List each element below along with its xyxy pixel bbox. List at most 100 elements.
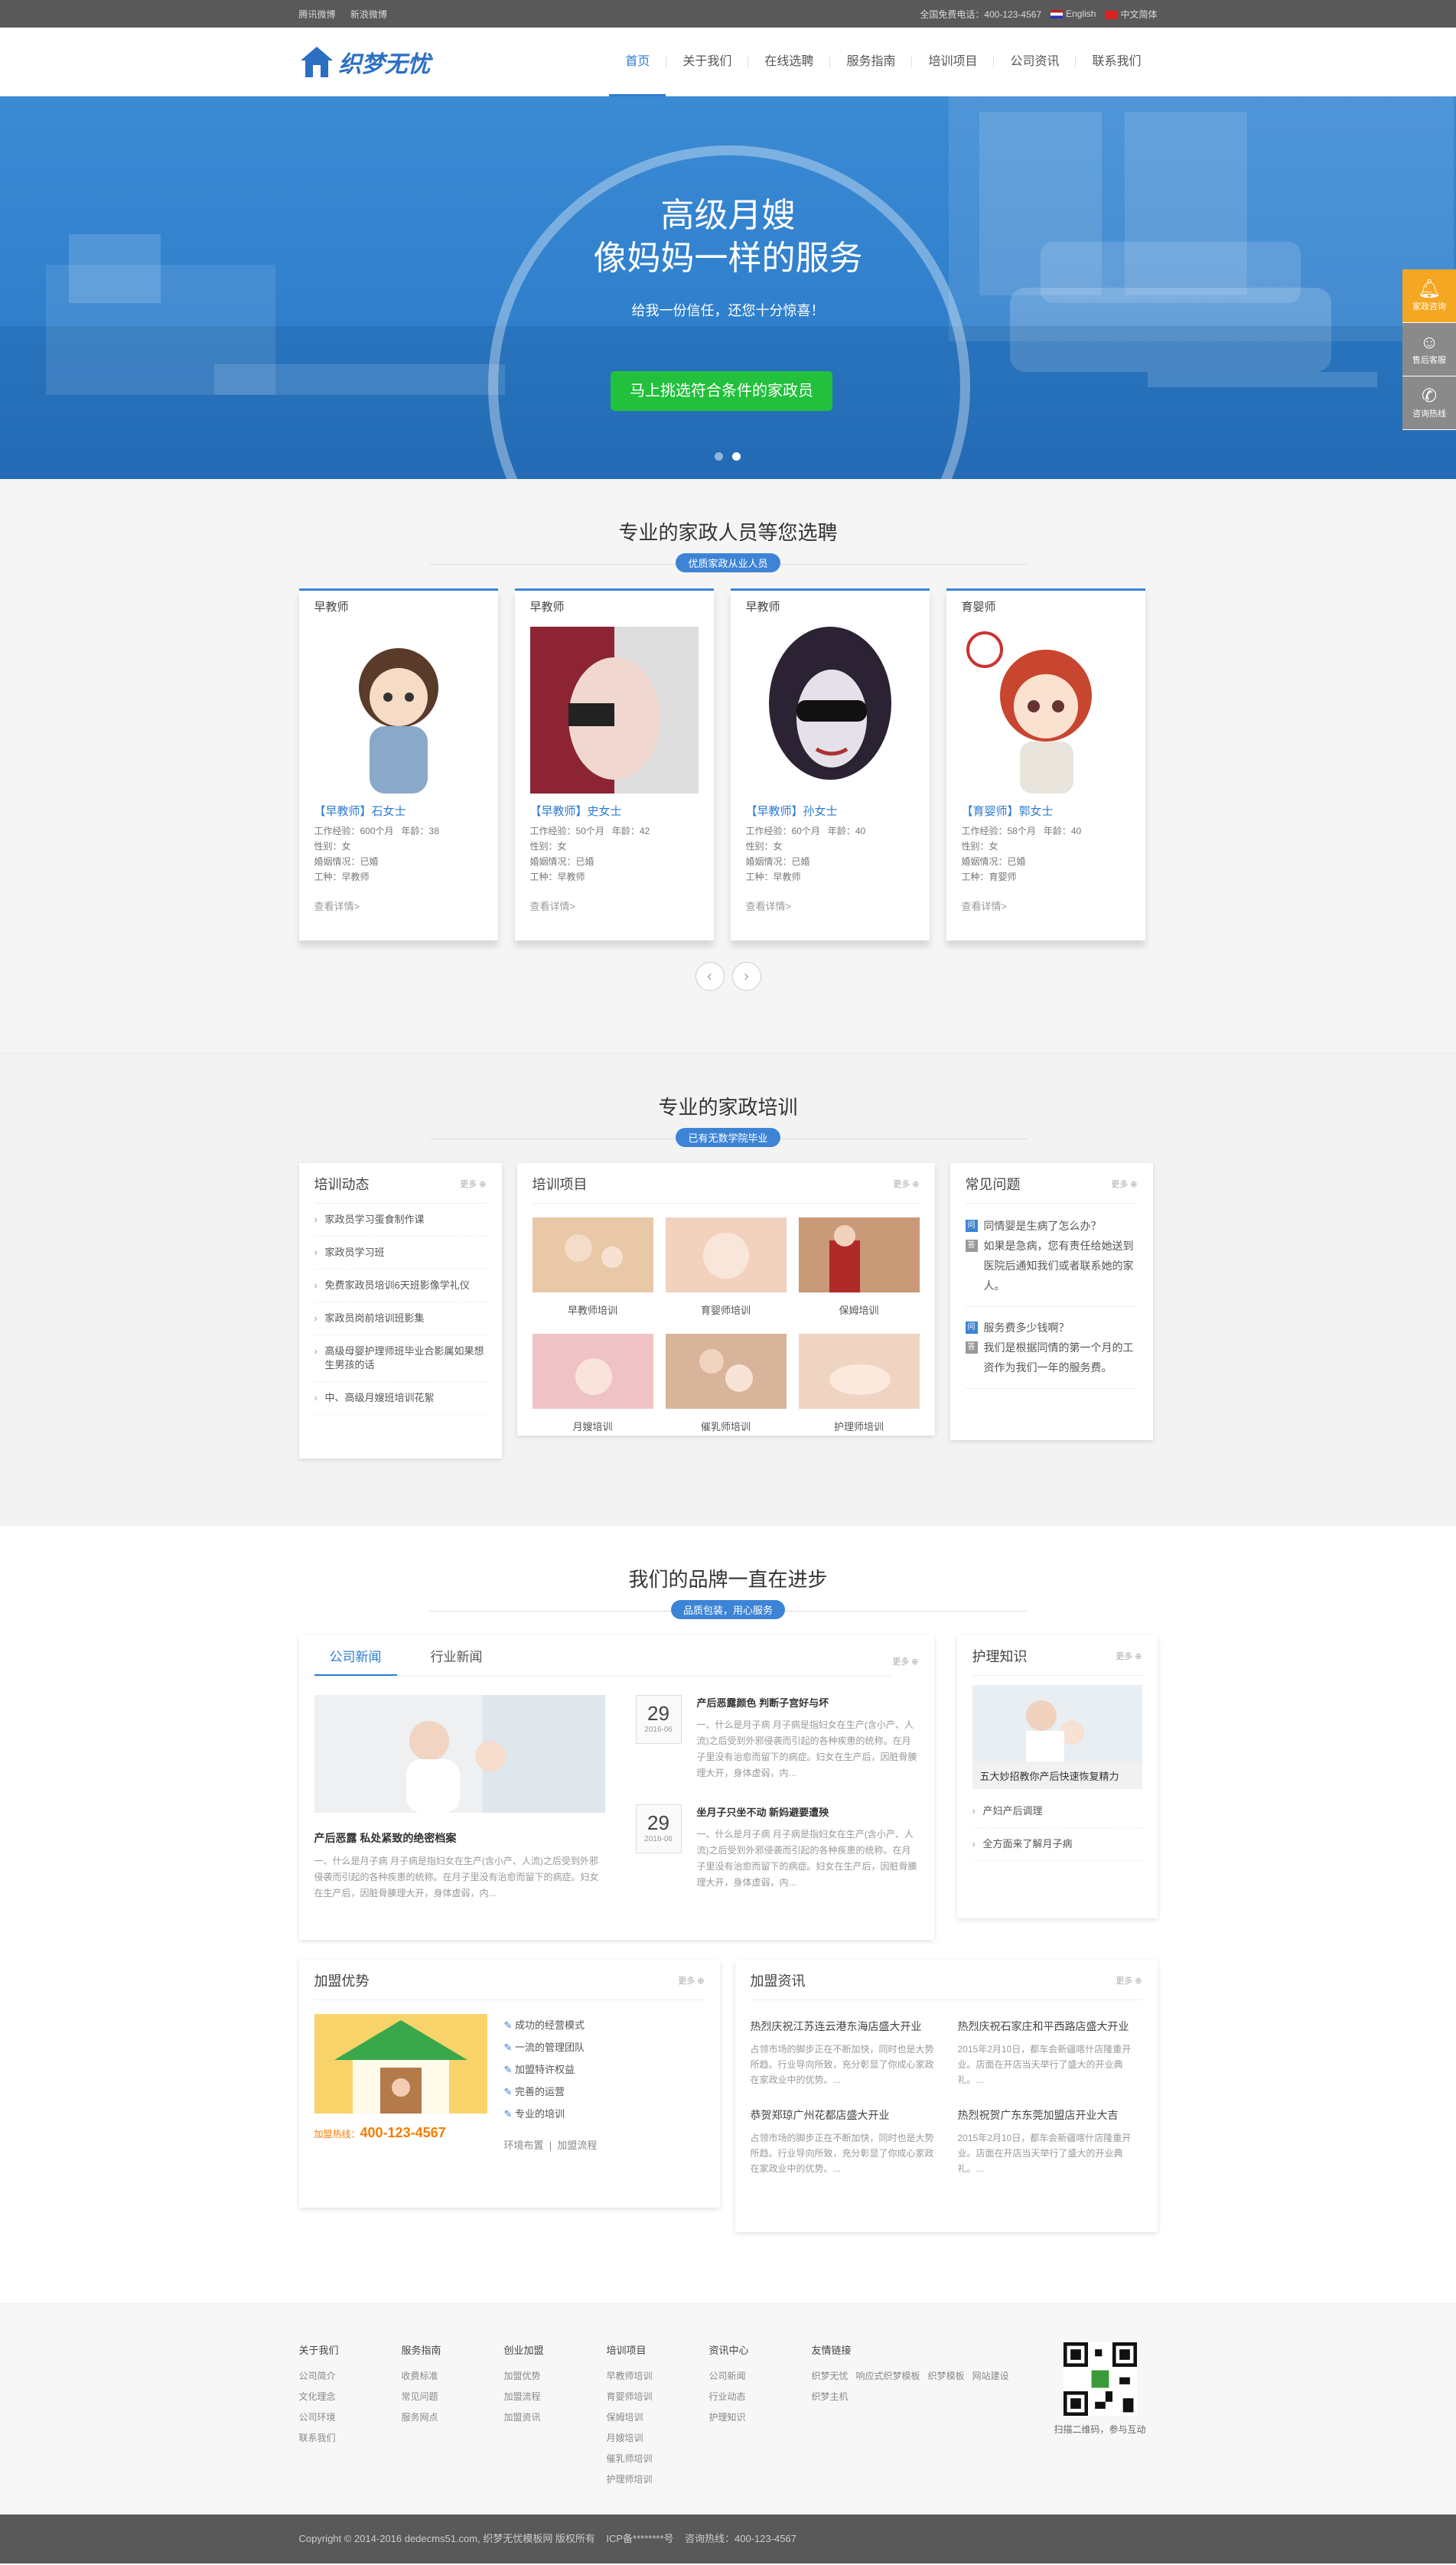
more-link[interactable]: 更多 ⊕ [460,1178,486,1190]
slider-dot-2[interactable] [732,452,741,461]
tencent-weibo-link[interactable]: 腾讯微博 [299,9,336,20]
training-project-item[interactable]: 育婴师培训 [665,1217,787,1317]
footer-link[interactable]: 行业动态 [709,2387,812,2407]
footer-link[interactable]: 服务网点 [402,2407,504,2428]
staff-card[interactable]: 育婴师 【育婴师】郭女士 工作经验：58个月 年龄：40 性别：女 婚姻情况：已… [946,588,1145,940]
footer-link[interactable]: 网站建设 [972,2371,1009,2381]
training-projects-box: 培训项目 更多 ⊕ 早教师培训 育婴师培训 保姆培训 月嫂培训 催乳师培训 护理师… [516,1163,935,1436]
footer-link[interactable]: 保姆培训 [607,2407,709,2428]
featured-news[interactable]: 产后恶露 私处紧致的绝密档案 一、什么是月子病 月子病是指妇女在生产(含小产、人… [314,1695,605,1914]
dated-news-item[interactable]: 29 2016-06 产后恶露颜色 判断子宫好与坏 一、什么是月子病 月子病是指妇女… [635,1695,919,1781]
list-item[interactable]: 高级母婴护理师班毕业合影属如果想生男孩的话 [314,1335,487,1382]
footer-link[interactable]: 加盟资讯 [504,2407,607,2428]
footer-link[interactable]: 月嫂培训 [607,2428,709,2449]
join-process-link[interactable]: 加盟流程 [557,2140,597,2151]
footer-link[interactable]: 文化理念 [299,2387,402,2407]
more-link[interactable]: 更多 ⊕ [1116,1650,1142,1662]
qr-block: 扫描二维码，参与互动 [1043,2342,1158,2490]
more-link[interactable]: 更多 ⊕ [1116,1974,1142,1986]
join-news-item[interactable]: 恭贺郑琼广州花都店盛大开业 占领市场的脚步正在不断加快，同时也是大势所趋。行业导向… [751,2107,935,2176]
nav-online-hire[interactable]: 在线选聘 [748,28,829,96]
environment-link[interactable]: 环境布置 [504,2140,544,2151]
staff-section-title: 专业的家政人员等您选聘 [618,521,838,544]
staff-info: 工作经验：50个月 年龄：42 性别：女 婚姻情况：已婚 工种：早教师 [529,826,650,882]
more-link[interactable]: 更多 ⊕ [892,1655,918,1667]
list-item[interactable]: 家政员学习蛋食制作课 [314,1204,487,1237]
footer-link[interactable]: 收费标准 [402,2366,504,2387]
join-news-item[interactable]: 热烈祝贺广东东莞加盟店开业大吉 2015年2月10日，都车会新疆喀什店隆重开业。店… [958,2107,1142,2176]
list-item[interactable]: 中、高级月嫂班培训花絮 [314,1382,487,1415]
footer-link[interactable]: 加盟流程 [504,2387,607,2407]
more-link[interactable]: 更多 ⊕ [1111,1178,1137,1190]
footer-link[interactable]: 公司环境 [299,2407,402,2428]
join-news-item[interactable]: 热烈庆祝石家庄和平西路店盛大开业 2015年2月10日，都车会新疆喀什店隆重开业。… [958,2019,1142,2088]
footer-link[interactable]: 护理知识 [709,2407,812,2428]
staff-details-link[interactable]: 查看详情> [746,898,914,913]
list-item[interactable]: 家政员学习班 [314,1237,487,1269]
featured-news-title[interactable]: 产后恶露 私处紧致的绝密档案 [314,1830,605,1846]
faq-item[interactable]: 问服务费多少钱啊？ 答我们是根据同情的第一个月的工资作为我们一年的服务费。 [965,1318,1138,1389]
tab-company-news[interactable]: 公司新闻 [314,1646,397,1676]
more-link[interactable]: 更多 ⊕ [893,1178,919,1190]
footer-link[interactable]: 早教师培训 [607,2366,709,2387]
staff-card[interactable]: 早教师 【早教师】石女士 工作经验：600个月 年龄：38 性别：女 婚姻情况：… [298,588,498,940]
staff-details-link[interactable]: 查看详情> [314,898,483,913]
training-project-item[interactable]: 催乳师培训 [665,1334,787,1433]
training-project-item[interactable]: 早教师培训 [532,1217,653,1317]
nav-training[interactable]: 培训项目 [912,28,993,96]
training-project-item[interactable]: 月嫂培训 [532,1334,653,1433]
hero-cta-button[interactable]: 马上挑选符合条件的家政员 [611,371,832,411]
prev-arrow-icon[interactable]: ‹ [695,962,725,991]
list-item[interactable]: 产妇产后调理 [972,1795,1142,1828]
nav-news[interactable]: 公司资讯 [994,28,1075,96]
footer-link[interactable]: 织梦模板 [928,2371,965,2381]
slider-dot-1[interactable] [715,452,723,461]
logo[interactable]: 织梦无忧 [299,45,431,79]
side-consult-button[interactable]: 🔔︎ 家政咨询 [1402,269,1456,323]
footer-link[interactable]: 公司新闻 [709,2366,812,2387]
footer-link[interactable]: 织梦主机 [812,2391,849,2402]
tab-industry-news[interactable]: 行业新闻 [415,1646,498,1676]
footer-link[interactable]: 响应式织梦模板 [856,2371,920,2381]
side-hotline-button[interactable]: ✆ 咨询热线 [1402,376,1456,430]
staff-name[interactable]: 【育婴师】郭女士 [962,803,1130,819]
staff-details-link[interactable]: 查看详情> [962,898,1130,913]
nav-home[interactable]: 首页 [609,28,666,96]
footer-link[interactable]: 常见问题 [402,2387,504,2407]
more-link[interactable]: 更多 ⊕ [678,1974,704,1986]
faq-item[interactable]: 问同情婴是生病了怎么办？ 答如果是急病，您有责任给她送到医院后通知我们或者联系她… [965,1216,1138,1307]
nav-service-guide[interactable]: 服务指南 [830,28,911,96]
logo-text: 织梦无忧 [338,51,431,78]
footer-link[interactable]: 护理师培训 [607,2469,709,2490]
staff-name[interactable]: 【早教师】孙女士 [746,803,914,819]
list-item[interactable]: 免费家政员培训6天班影像学礼仪 [314,1269,487,1302]
footer-link[interactable]: 加盟优势 [504,2366,607,2387]
staff-name[interactable]: 【早教师】石女士 [314,803,483,819]
nav-contact[interactable]: 联系我们 [1076,28,1157,96]
sina-weibo-link[interactable]: 新浪微博 [350,9,387,20]
training-project-item[interactable]: 保姆培训 [798,1217,920,1317]
footer-link[interactable]: 催乳师培训 [607,2449,709,2469]
qr-code-icon [1063,2342,1137,2416]
lang-chinese-link[interactable]: 中文简体 [1105,8,1158,21]
care-feature[interactable]: 五大妙招教你产后快速恢复精力 [972,1685,1142,1789]
next-arrow-icon[interactable]: › [731,962,761,991]
list-item[interactable]: 全方面来了解月子病 [972,1828,1142,1861]
training-project-item[interactable]: 护理师培训 [798,1334,920,1433]
staff-card[interactable]: 早教师 【早教师】史女士 工作经验：50个月 年龄：42 性别：女 婚姻情况：已… [514,588,714,940]
footer-link[interactable]: 育婴师培训 [607,2387,709,2407]
footer-link[interactable]: 织梦无忧 [812,2371,849,2381]
lang-english-link[interactable]: English [1050,8,1096,19]
training-projects-title: 培训项目 [532,1177,588,1192]
dated-news-item[interactable]: 29 2016-06 坐月子只坐不动 新妈避要遭殃 一、什么是月子病 月子病是指妇女… [635,1804,919,1891]
question-icon: 问 [965,1322,978,1334]
staff-card[interactable]: 早教师 【早教师】孙女士 工作经验：60个月 年龄：40 性别：女 婚姻情况：已… [730,588,930,940]
list-item[interactable]: 家政员岗前培训班影集 [314,1302,487,1335]
staff-name[interactable]: 【早教师】史女士 [530,803,699,819]
staff-details-link[interactable]: 查看详情> [530,898,699,913]
nav-about[interactable]: 关于我们 [666,28,748,96]
side-service-button[interactable]: ☺ 售后客服 [1402,323,1456,376]
join-news-item[interactable]: 热烈庆祝江苏连云港东海店盛大开业 占领市场的脚步正在不断加快，同时也是大势所趋。行… [751,2019,935,2088]
footer-link[interactable]: 公司简介 [299,2366,402,2387]
footer-link[interactable]: 联系我们 [299,2428,402,2449]
